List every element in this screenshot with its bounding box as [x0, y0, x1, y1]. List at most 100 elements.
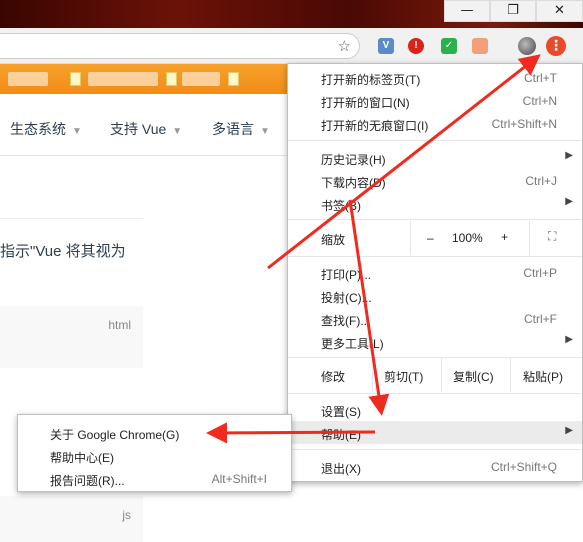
paste-label: 粘贴(P)	[523, 370, 563, 384]
chrome-main-menu: 打开新的标签页(T) Ctrl+T 打开新的窗口(N) Ctrl+N 打开新的无…	[287, 63, 583, 482]
shield-extension-icon[interactable]: ✓	[441, 38, 457, 54]
bookmark-item[interactable]	[88, 72, 158, 86]
star-icon[interactable]: ☆	[338, 37, 351, 55]
menu-item-shortcut: Ctrl+F	[524, 312, 557, 326]
menu-separator	[288, 393, 582, 394]
menu-item-label: 打印(P)...	[321, 268, 371, 282]
menu-item-bookmarks[interactable]: 书签(B) ▶	[288, 192, 582, 215]
zoom-controls: – 100% + ⛶	[410, 221, 583, 255]
menu-row-edit: 修改 剪切(T) 复制(C) 粘贴(P)	[288, 358, 582, 392]
menu-item-label: 关于 Google Chrome(G)	[50, 428, 180, 442]
menu-item-new-window[interactable]: 打开新的窗口(N) Ctrl+N	[288, 89, 582, 112]
close-window-button[interactable]: ✕	[536, 0, 583, 22]
fullscreen-icon: ⛶	[548, 229, 557, 243]
bookmark-folder-icon[interactable]	[166, 72, 177, 86]
bookmark-folder-icon[interactable]	[70, 72, 81, 86]
cut-label: 剪切(T)	[384, 370, 424, 384]
copy-label: 复制(C)	[453, 370, 494, 384]
menu-item-label: 帮助(E)	[321, 428, 361, 442]
code-block: html	[0, 306, 143, 368]
submenu-arrow-icon: ▶	[565, 425, 573, 436]
bookmark-item[interactable]	[8, 72, 48, 86]
copy-button[interactable]: 复制(C)	[441, 358, 510, 392]
menu-row-zoom: 缩放 – 100% + ⛶	[288, 221, 582, 255]
nav-item-label: 支持 Vue	[110, 121, 167, 137]
menu-item-label: 打开新的无痕窗口(I)	[321, 119, 429, 133]
menu-item-shortcut: Ctrl+T	[524, 71, 557, 85]
menu-item-label: 修改	[321, 370, 346, 384]
menu-item-label: 设置(S)	[321, 405, 361, 419]
menu-item-help-center[interactable]: 帮助中心(E)	[18, 444, 291, 467]
extension-icon[interactable]	[472, 38, 488, 54]
menu-separator	[288, 256, 582, 257]
divider	[0, 218, 143, 219]
menu-item-label: 更多工具(L)	[321, 337, 384, 351]
cut-button[interactable]: 剪切(T)	[372, 358, 441, 392]
menu-item-label: 退出(X)	[321, 462, 361, 476]
nav-item-language[interactable]: 多语言 ▼	[212, 119, 270, 139]
address-bar[interactable]: ☆	[0, 33, 360, 59]
menu-item-cast[interactable]: 投射(C)...	[288, 284, 582, 307]
nav-item-label: 多语言	[212, 121, 254, 137]
menu-item-label: 投射(C)...	[321, 291, 372, 305]
menu-item-label: 查找(F)...	[321, 314, 371, 328]
restore-button[interactable]: ❐	[490, 0, 536, 22]
menu-item-label: 打开新的窗口(N)	[321, 96, 410, 110]
menu-item-shortcut: Ctrl+J	[525, 174, 557, 188]
menu-item-find[interactable]: 查找(F)... Ctrl+F	[288, 307, 582, 330]
submenu-arrow-icon: ▶	[565, 150, 573, 161]
zoom-in-button[interactable]: +	[501, 230, 508, 244]
doc-paragraph: 指示"Vue 将其视为	[0, 243, 126, 260]
menu-item-label: 帮助中心(E)	[50, 451, 114, 465]
menu-item-incognito[interactable]: 打开新的无痕窗口(I) Ctrl+Shift+N	[288, 112, 582, 135]
chevron-down-icon: ▼	[260, 126, 270, 137]
menu-item-shortcut: Alt+Shift+I	[211, 472, 267, 486]
menu-item-shortcut: Ctrl+N	[522, 94, 557, 108]
paste-button[interactable]: 粘贴(P)	[510, 358, 582, 392]
fullscreen-button[interactable]: ⛶	[529, 221, 583, 255]
avatar[interactable]	[518, 37, 536, 55]
chevron-down-icon: ▼	[172, 126, 183, 137]
title-bar: — ❐ ✕	[0, 0, 583, 28]
submenu-arrow-icon: ▶	[565, 196, 573, 207]
menu-item-print[interactable]: 打印(P)... Ctrl+P	[288, 261, 582, 284]
code-lang-label: html	[108, 318, 131, 332]
menu-item-exit[interactable]: 退出(X) Ctrl+Shift+Q	[288, 455, 582, 478]
menu-item-shortcut: Ctrl+Shift+Q	[490, 460, 557, 474]
nav-item-support[interactable]: 支持 Vue ▼	[110, 119, 182, 139]
chevron-down-icon: ▼	[72, 126, 82, 137]
menu-item-new-tab[interactable]: 打开新的标签页(T) Ctrl+T	[288, 66, 582, 89]
menu-item-more-tools[interactable]: 更多工具(L) ▶	[288, 330, 582, 353]
zoom-out-button[interactable]: –	[427, 231, 434, 245]
menu-item-help[interactable]: 帮助(E) ▶	[288, 421, 582, 444]
nav-item-ecosystem[interactable]: 生态系统 ▼	[10, 119, 82, 139]
menu-item-report-issue[interactable]: 报告问题(R)... Alt+Shift+I	[18, 467, 291, 490]
menu-item-about-chrome[interactable]: 关于 Google Chrome(G)	[18, 421, 291, 444]
help-submenu: 关于 Google Chrome(G) 帮助中心(E) 报告问题(R)... A…	[17, 414, 292, 492]
code-block: js	[0, 496, 143, 542]
menu-separator	[288, 449, 582, 450]
code-lang-label: js	[122, 508, 131, 522]
zoom-level: 100%	[452, 231, 483, 245]
submenu-arrow-icon: ▶	[565, 334, 573, 345]
bookmark-folder-icon[interactable]	[228, 72, 239, 86]
block-extension-icon[interactable]: !	[408, 38, 424, 54]
menu-item-shortcut: Ctrl+Shift+N	[491, 117, 557, 131]
browser-toolbar: ☆ V ! ✓ ⋮	[0, 28, 583, 64]
bookmark-item[interactable]	[182, 72, 220, 86]
menu-item-label: 下载内容(D)	[321, 176, 386, 190]
menu-item-history[interactable]: 历史记录(H) ▶	[288, 146, 582, 169]
menu-separator	[288, 140, 582, 141]
vue-devtools-extension-icon[interactable]: V	[378, 38, 394, 54]
nav-item-label: 生态系统	[10, 121, 66, 137]
menu-item-label: 书签(B)	[321, 199, 361, 213]
minimize-button[interactable]: —	[444, 0, 490, 22]
menu-item-label: 报告问题(R)...	[50, 474, 125, 488]
menu-separator	[288, 219, 582, 220]
menu-item-label: 打开新的标签页(T)	[321, 73, 421, 87]
menu-item-shortcut: Ctrl+P	[523, 266, 557, 280]
menu-item-downloads[interactable]: 下载内容(D) Ctrl+J	[288, 169, 582, 192]
chrome-menu-button[interactable]: ⋮	[546, 36, 566, 56]
menu-item-settings[interactable]: 设置(S)	[288, 398, 582, 421]
menu-item-label: 历史记录(H)	[321, 153, 386, 167]
